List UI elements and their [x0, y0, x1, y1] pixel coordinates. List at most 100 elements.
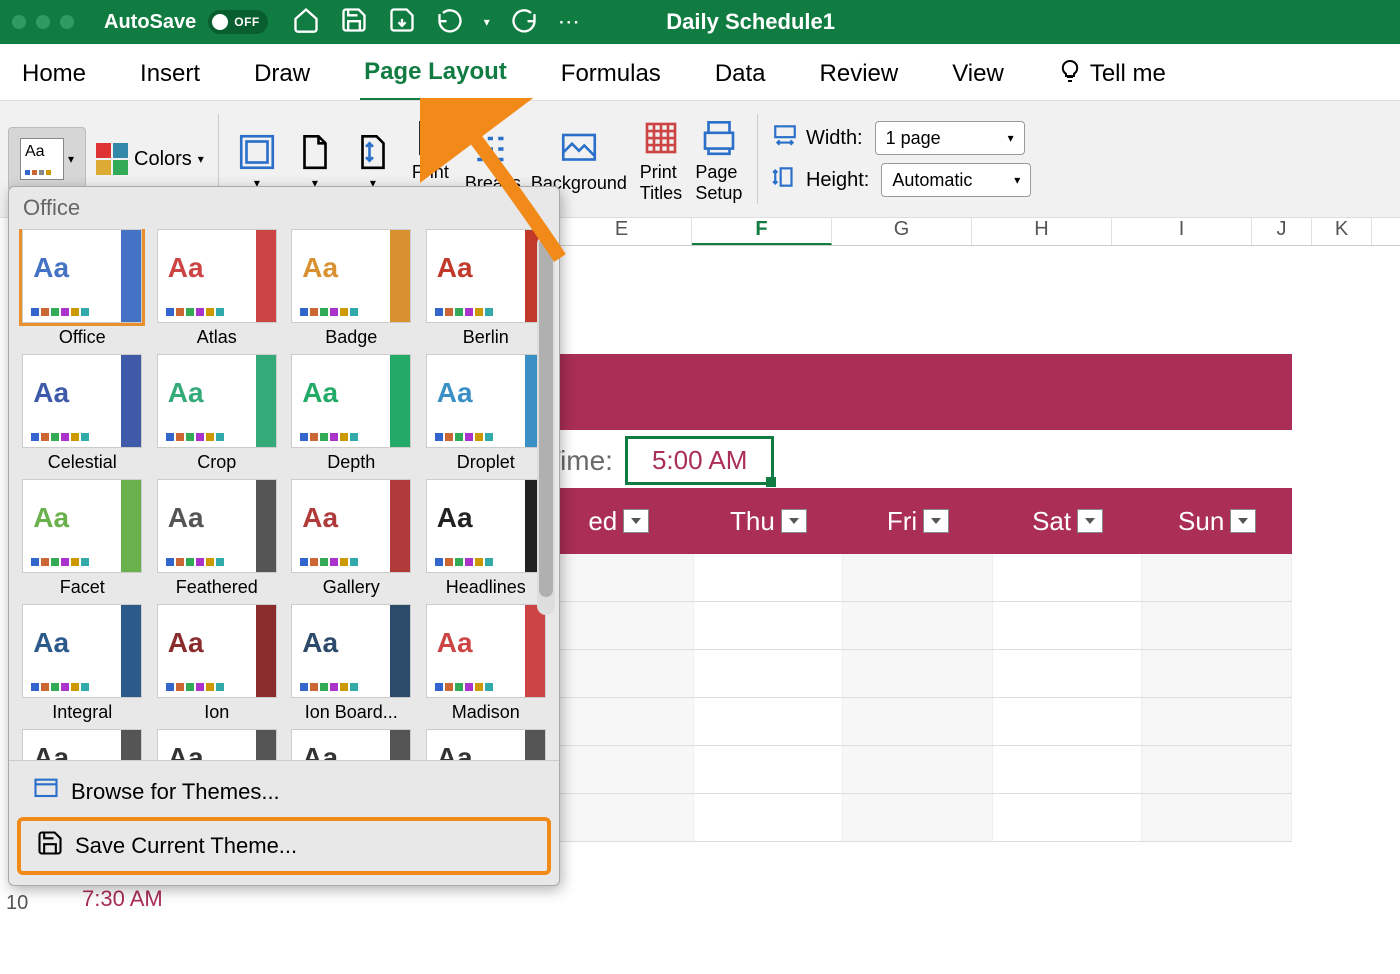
folder-icon: [31, 775, 61, 809]
tab-page-layout[interactable]: Page Layout: [360, 52, 511, 102]
print-titles-button[interactable]: Print Titles: [637, 114, 685, 204]
tab-data[interactable]: Data: [711, 54, 770, 100]
day-header-sun[interactable]: Sun: [1142, 506, 1292, 537]
colors-button[interactable]: Colors ▾: [96, 143, 204, 175]
height-dropdown[interactable]: Automatic▾: [881, 163, 1031, 197]
grid-row[interactable]: [544, 746, 1292, 794]
ribbon-tabs: Home Insert Draw Page Layout Formulas Da…: [0, 44, 1400, 100]
size-button[interactable]: ▾: [349, 128, 397, 190]
col-header-G[interactable]: G: [832, 218, 972, 245]
theme-item-partial[interactable]: Aa: [17, 729, 148, 760]
col-header-H[interactable]: H: [972, 218, 1112, 245]
fill-handle[interactable]: [766, 477, 776, 487]
theme-item-gallery[interactable]: AaGallery: [286, 479, 417, 598]
tab-draw[interactable]: Draw: [250, 54, 314, 100]
print-titles-icon: [637, 114, 685, 162]
tab-review[interactable]: Review: [816, 54, 903, 100]
redo-icon[interactable]: [510, 6, 538, 39]
filter-dropdown-icon[interactable]: [1230, 509, 1256, 533]
theme-item-crop[interactable]: AaCrop: [152, 354, 283, 473]
margins-icon: [233, 128, 281, 176]
filter-dropdown-icon[interactable]: [623, 509, 649, 533]
grid-row[interactable]: [544, 698, 1292, 746]
day-header-sat[interactable]: Sat: [993, 506, 1143, 537]
breaks-button[interactable]: Breaks: [465, 125, 521, 194]
quick-access-toolbar: ▾ ⋯: [292, 6, 580, 39]
breaks-icon: [469, 125, 517, 173]
themes-scrollbar[interactable]: [537, 235, 555, 615]
tab-formulas[interactable]: Formulas: [557, 54, 665, 100]
column-headers: EFGHIJK: [552, 218, 1400, 246]
theme-item-partial[interactable]: Aa: [286, 729, 417, 760]
row-number-10: 10: [6, 892, 28, 915]
orientation-button[interactable]: ▾: [291, 128, 339, 190]
save-as-icon[interactable]: [388, 6, 416, 39]
filter-dropdown-icon[interactable]: [1077, 509, 1103, 533]
browse-themes-item[interactable]: Browse for Themes...: [17, 767, 551, 817]
save-theme-icon: [35, 829, 65, 863]
grid-row[interactable]: [544, 794, 1292, 842]
theme-item-integral[interactable]: AaIntegral: [17, 604, 148, 723]
page-setup-button[interactable]: Page Setup: [695, 114, 743, 204]
col-header-J[interactable]: J: [1252, 218, 1312, 245]
save-current-theme-item[interactable]: Save Current Theme...: [17, 817, 551, 875]
theme-item-partial[interactable]: Aa: [152, 729, 283, 760]
grid-row[interactable]: [544, 602, 1292, 650]
colors-icon: [96, 143, 128, 175]
home-icon[interactable]: [292, 6, 320, 39]
theme-item-ion-board-[interactable]: AaIon Board...: [286, 604, 417, 723]
themes-dropdown: Office AaOfficeAaAtlasAaBadgeAaBerlinAaC…: [8, 186, 560, 886]
grid-row[interactable]: [544, 554, 1292, 602]
tab-view[interactable]: View: [948, 54, 1008, 100]
col-header-K[interactable]: K: [1312, 218, 1372, 245]
sheet-header-band: [544, 354, 1292, 430]
col-header-F[interactable]: F: [692, 218, 832, 245]
day-header-ed[interactable]: ed: [544, 506, 694, 537]
tab-insert[interactable]: Insert: [136, 54, 204, 100]
undo-icon[interactable]: [436, 6, 464, 39]
time-row: Time: 5:00 AM: [544, 436, 774, 485]
theme-item-headlines[interactable]: AaHeadlines: [421, 479, 552, 598]
col-header-I[interactable]: I: [1112, 218, 1252, 245]
theme-item-office[interactable]: AaOffice: [17, 229, 148, 348]
height-label: Height:: [772, 166, 869, 194]
width-icon: [772, 124, 798, 152]
print-area-icon: [407, 114, 455, 162]
day-header-fri[interactable]: Fri: [843, 506, 993, 537]
autosave-label: AutoSave: [104, 11, 196, 34]
days-header-row: edThuFriSatSun: [544, 488, 1292, 554]
themes-button[interactable]: Aa ▾: [8, 127, 86, 191]
autosave-toggle[interactable]: OFF: [208, 10, 268, 34]
theme-item-celestial[interactable]: AaCelestial: [17, 354, 148, 473]
filter-dropdown-icon[interactable]: [923, 509, 949, 533]
theme-item-feathered[interactable]: AaFeathered: [152, 479, 283, 598]
filter-dropdown-icon[interactable]: [781, 509, 807, 533]
theme-item-badge[interactable]: AaBadge: [286, 229, 417, 348]
width-dropdown[interactable]: 1 page▾: [875, 121, 1025, 155]
theme-item-facet[interactable]: AaFacet: [17, 479, 148, 598]
save-icon[interactable]: [340, 6, 368, 39]
selected-cell[interactable]: 5:00 AM: [625, 436, 774, 485]
day-header-thu[interactable]: Thu: [694, 506, 844, 537]
background-icon: [555, 125, 603, 173]
margins-button[interactable]: ▾: [233, 128, 281, 190]
grid-body[interactable]: [544, 554, 1292, 842]
theme-item-partial[interactable]: Aa: [421, 729, 552, 760]
tell-me[interactable]: Tell me: [1054, 53, 1170, 102]
col-header-E[interactable]: E: [552, 218, 692, 245]
grid-row[interactable]: [544, 650, 1292, 698]
window-traffic-lights[interactable]: [12, 15, 74, 29]
theme-item-droplet[interactable]: AaDroplet: [421, 354, 552, 473]
theme-item-atlas[interactable]: AaAtlas: [152, 229, 283, 348]
document-title: Daily Schedule1: [666, 9, 835, 35]
width-label: Width:: [772, 124, 863, 152]
theme-item-ion[interactable]: AaIon: [152, 604, 283, 723]
tab-home[interactable]: Home: [18, 54, 90, 100]
theme-item-berlin[interactable]: AaBerlin: [421, 229, 552, 348]
theme-item-depth[interactable]: AaDepth: [286, 354, 417, 473]
more-icon[interactable]: ⋯: [558, 9, 580, 35]
height-icon: [772, 166, 798, 194]
theme-item-madison[interactable]: AaMadison: [421, 604, 552, 723]
background-button[interactable]: Background: [531, 125, 627, 194]
page-setup-icon: [695, 114, 743, 162]
